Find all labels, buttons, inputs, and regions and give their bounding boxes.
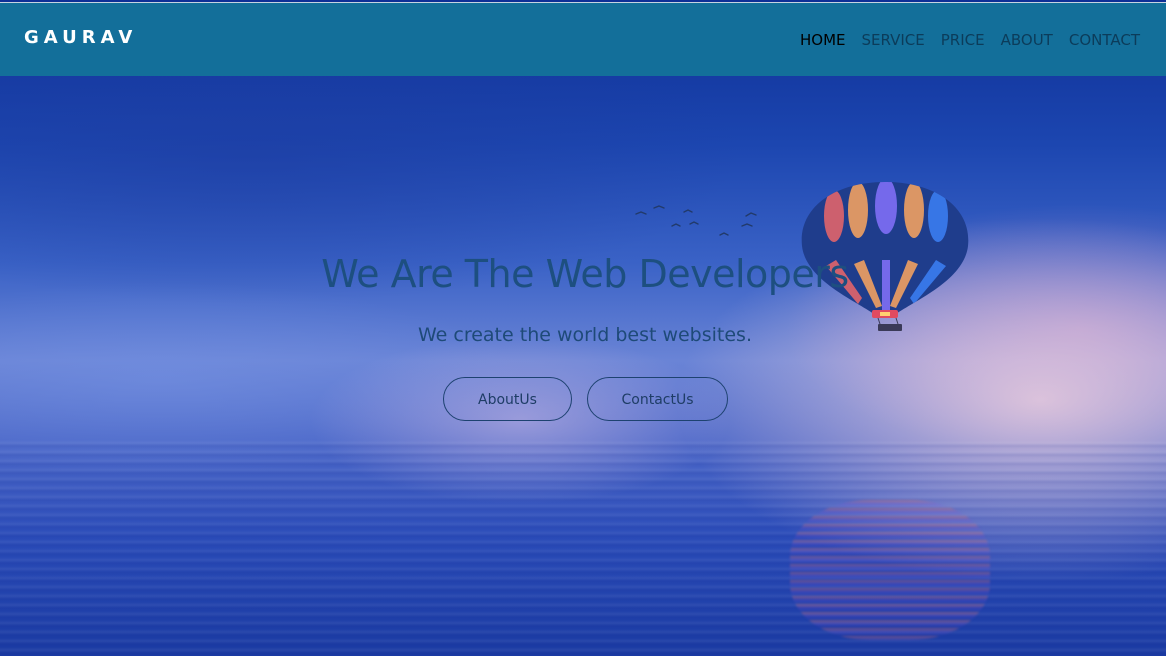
hero-subtitle: We create the world best websites. (417, 324, 752, 346)
contact-us-button[interactable]: ContactUs (587, 377, 728, 421)
nav-item-about[interactable]: ABOUT (1001, 31, 1053, 49)
landing-page: GAURAV HOME SERVICE PRICE ABOUT CONTACT … (0, 0, 1166, 656)
nav-item-home[interactable]: HOME (800, 31, 846, 49)
brand-logo[interactable]: GAURAV (24, 27, 137, 48)
birds-illustration (635, 205, 757, 236)
nav-menu: HOME SERVICE PRICE ABOUT CONTACT (800, 31, 1140, 49)
sea-waves (0, 440, 1166, 656)
hero-title: We Are The Web Developers (321, 252, 849, 296)
nav-item-service[interactable]: SERVICE (862, 31, 925, 49)
top-navbar: GAURAV HOME SERVICE PRICE ABOUT CONTACT (0, 2, 1166, 76)
nav-item-contact[interactable]: CONTACT (1069, 31, 1140, 49)
balloon-reflection (790, 500, 990, 640)
nav-item-price[interactable]: PRICE (941, 31, 985, 49)
about-us-button[interactable]: AboutUs (443, 377, 572, 421)
